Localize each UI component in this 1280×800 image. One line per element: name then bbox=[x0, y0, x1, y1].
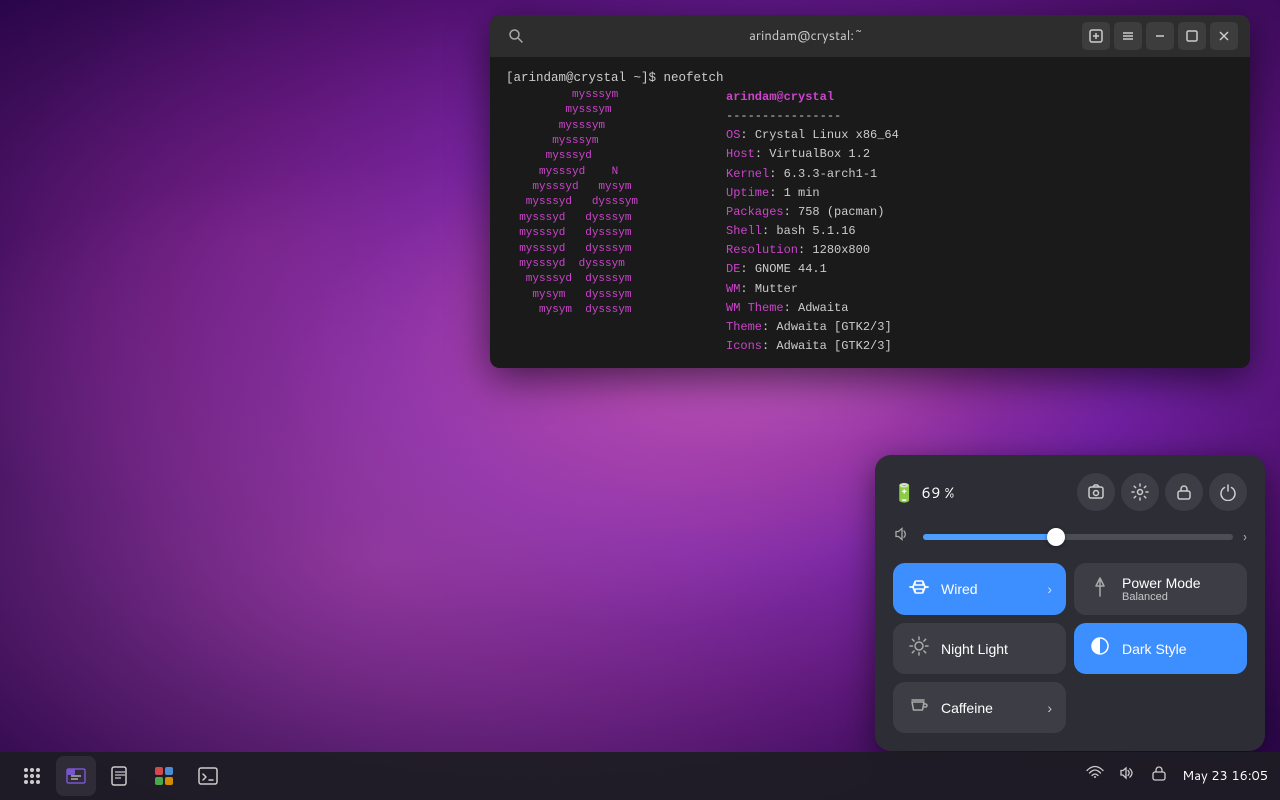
caffeine-label: Caffeine bbox=[941, 700, 1037, 716]
volume-fill bbox=[923, 534, 1056, 540]
battery-icon: 🔋 bbox=[893, 479, 915, 505]
apps-grid-button[interactable] bbox=[12, 756, 52, 796]
volume-slider[interactable] bbox=[923, 534, 1233, 540]
qs-top-icons bbox=[1077, 473, 1247, 511]
dark-style-icon bbox=[1088, 635, 1112, 662]
volume-sys-icon[interactable] bbox=[1114, 760, 1140, 792]
screenshot-button[interactable] bbox=[1077, 473, 1115, 511]
power-mode-tile[interactable]: Power Mode Balanced bbox=[1074, 563, 1247, 615]
terminal-search-icon[interactable] bbox=[502, 22, 530, 50]
power-mode-icon bbox=[1088, 576, 1112, 603]
quick-settings-panel: 🔋 69 % bbox=[875, 455, 1265, 751]
power-mode-sub: Balanced bbox=[1122, 591, 1168, 603]
caffeine-chevron-icon: › bbox=[1047, 700, 1052, 716]
battery-percent: 69 % bbox=[921, 482, 954, 503]
power-button[interactable] bbox=[1209, 473, 1247, 511]
neofetch-info: arindam@crystal ---------------- OS: Cry… bbox=[726, 88, 899, 357]
caffeine-tile[interactable]: Caffeine › bbox=[893, 682, 1066, 733]
terminal-controls bbox=[1082, 22, 1238, 50]
qs-tiles-grid: Wired › Power Mode Balanced bbox=[893, 563, 1247, 733]
caffeine-icon bbox=[907, 694, 931, 721]
power-mode-label: Power Mode bbox=[1122, 575, 1201, 591]
terminal-new-tab-button[interactable] bbox=[1082, 22, 1110, 50]
wired-label: Wired bbox=[941, 581, 1037, 597]
wired-tile[interactable]: Wired › bbox=[893, 563, 1066, 615]
taskbar-app-files[interactable] bbox=[56, 756, 96, 796]
volume-expand-icon[interactable]: › bbox=[1243, 527, 1247, 547]
night-light-tile[interactable]: Night Light bbox=[893, 623, 1066, 674]
taskbar: May 23 16:05 bbox=[0, 752, 1280, 800]
clock: May 23 16:05 bbox=[1182, 767, 1268, 785]
desktop: arindam@crystal:~ bbox=[0, 0, 1280, 800]
terminal-titlebar: arindam@crystal:~ bbox=[490, 15, 1250, 57]
dark-style-label: Dark Style bbox=[1122, 641, 1233, 657]
taskbar-app-notes[interactable] bbox=[100, 756, 140, 796]
wired-chevron-icon: › bbox=[1047, 581, 1052, 597]
neofetch-output: mysssym mysssym mysssym mysssym mysssyd … bbox=[506, 88, 1234, 357]
taskbar-app-software[interactable] bbox=[144, 756, 184, 796]
volume-track bbox=[923, 534, 1233, 540]
terminal-menu-button[interactable] bbox=[1114, 22, 1142, 50]
lock-screen-button[interactable] bbox=[1165, 473, 1203, 511]
terminal-body: [arindam@crystal ~]$ neofetch mysssym my… bbox=[490, 57, 1250, 368]
lock-sys-icon[interactable] bbox=[1146, 760, 1172, 792]
terminal-close-button[interactable] bbox=[1210, 22, 1238, 50]
power-mode-content: Power Mode Balanced bbox=[1122, 575, 1233, 603]
night-light-icon bbox=[907, 635, 931, 662]
settings-button[interactable] bbox=[1121, 473, 1159, 511]
qs-top-row: 🔋 69 % bbox=[893, 473, 1247, 511]
terminal-minimize-button[interactable] bbox=[1146, 22, 1174, 50]
terminal-window: arindam@crystal:~ bbox=[490, 15, 1250, 368]
terminal-prompt-line: [arindam@crystal ~]$ neofetch bbox=[506, 69, 1234, 88]
terminal-restore-button[interactable] bbox=[1178, 22, 1206, 50]
taskbar-right: May 23 16:05 bbox=[1082, 760, 1268, 792]
night-light-label: Night Light bbox=[941, 641, 1052, 657]
taskbar-left bbox=[12, 756, 228, 796]
terminal-title: arindam@crystal:~ bbox=[530, 27, 1082, 45]
wired-icon bbox=[907, 576, 931, 603]
qs-volume-row: › bbox=[893, 525, 1247, 549]
network-icon[interactable] bbox=[1082, 760, 1108, 792]
volume-icon bbox=[893, 525, 913, 549]
qs-battery: 🔋 69 % bbox=[893, 479, 954, 505]
volume-thumb bbox=[1047, 528, 1065, 546]
dark-style-tile[interactable]: Dark Style bbox=[1074, 623, 1247, 674]
neofetch-art: mysssym mysssym mysssym mysssym mysssyd … bbox=[506, 88, 706, 357]
taskbar-sys-icons bbox=[1082, 760, 1172, 792]
taskbar-app-terminal[interactable] bbox=[188, 756, 228, 796]
